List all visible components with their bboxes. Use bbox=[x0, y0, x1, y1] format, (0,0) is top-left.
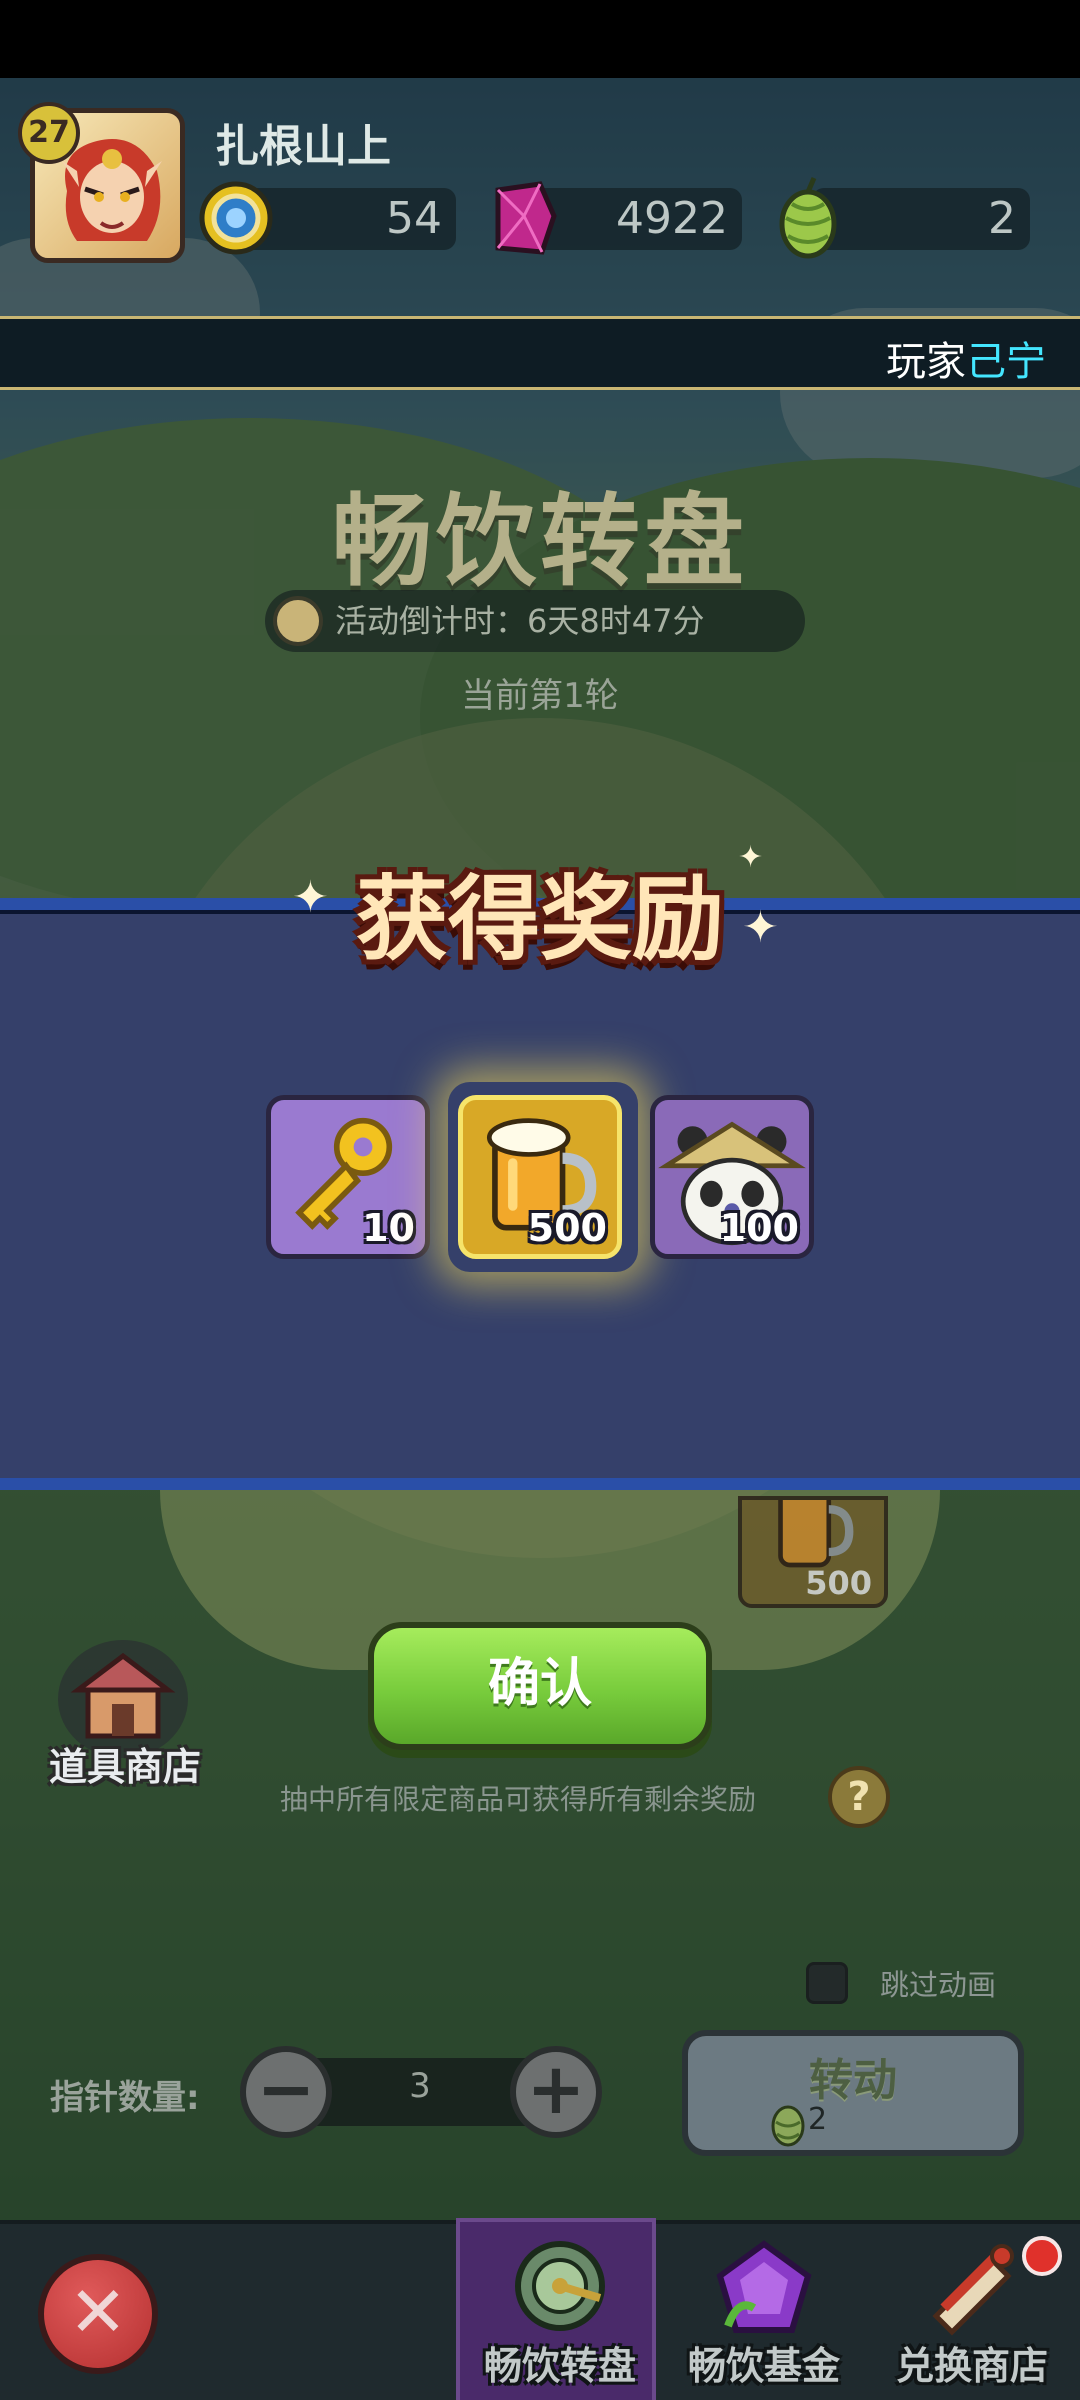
player-header: 27 扎根山上 54 4922 2 bbox=[0, 78, 1080, 318]
level-badge: 27 bbox=[18, 102, 80, 164]
tab-label: 畅饮转盘 bbox=[483, 2344, 636, 2388]
wheel-slot-beer: 500 bbox=[738, 1496, 888, 1608]
sparkle-icon: ✦ bbox=[738, 840, 764, 875]
tab-label: 兑换商店 bbox=[895, 2344, 1048, 2388]
item-shop-label: 道具商店 bbox=[48, 1745, 201, 1789]
wheel-slot-qty: 500 bbox=[805, 1564, 872, 1602]
player-name: 扎根山上 bbox=[215, 121, 391, 172]
pentagon-gem-icon bbox=[716, 2240, 812, 2333]
hint-text: 抽中所有限定商品可获得所有剩余奖励 bbox=[280, 1783, 757, 1816]
countdown-pill: 活动倒计时：6天8时47分 bbox=[265, 590, 805, 652]
sparkle-icon: ✦ bbox=[742, 902, 779, 953]
bottom-nav: ✕ 畅饮转盘 畅饮基金 兑换商店 bbox=[0, 2218, 1080, 2400]
confirm-button[interactable]: 确认 bbox=[368, 1622, 712, 1750]
banner-prefix: 玩家 bbox=[886, 339, 966, 385]
hop-icon bbox=[771, 2105, 805, 2147]
tab-exchange-shop[interactable]: 兑换商店 bbox=[872, 2224, 1072, 2400]
clock-icon bbox=[273, 596, 323, 646]
close-button[interactable]: ✕ bbox=[38, 2254, 158, 2374]
spin-label: 转动 bbox=[809, 2055, 897, 2106]
reward-qty: 500 bbox=[527, 1206, 607, 1250]
scroll-icon bbox=[932, 2244, 1014, 2336]
reward-item-beer[interactable]: 500 bbox=[458, 1095, 622, 1259]
hop-icon bbox=[779, 177, 837, 259]
coin-icon bbox=[199, 181, 273, 255]
decrease-button[interactable]: − bbox=[240, 2046, 332, 2138]
tab-label: 畅饮基金 bbox=[687, 2344, 840, 2388]
reward-qty: 100 bbox=[719, 1206, 799, 1250]
popup-title: 获得奖励 bbox=[355, 866, 724, 973]
item-shop-button[interactable]: 道具商店 bbox=[40, 1640, 210, 1790]
notification-dot bbox=[1022, 2236, 1062, 2276]
status-bar bbox=[0, 0, 1080, 78]
spin-button[interactable]: 转动 2 bbox=[682, 2030, 1024, 2156]
announcement-banner: 玩家己宁 bbox=[0, 316, 1080, 390]
tab-drink-wheel[interactable]: 畅饮转盘 bbox=[456, 2218, 656, 2400]
round-text: 当前第1轮 bbox=[461, 676, 619, 716]
reward-qty: 10 bbox=[362, 1206, 415, 1250]
pointer-count-label: 指针数量: bbox=[50, 2078, 200, 2118]
countdown-text: 活动倒计时：6天8时47分 bbox=[335, 602, 705, 640]
sparkle-icon: ✦ bbox=[292, 872, 329, 923]
help-button[interactable]: ? bbox=[828, 1766, 890, 1828]
gem-icon bbox=[495, 181, 557, 255]
skip-animation-checkbox[interactable] bbox=[806, 1962, 848, 2004]
reward-item-key[interactable]: 10 bbox=[266, 1095, 430, 1259]
spin-cost: 2 bbox=[808, 2102, 828, 2137]
skip-animation-label: 跳过动画 bbox=[880, 1968, 997, 2002]
event-title: 畅饮转盘 bbox=[332, 483, 748, 600]
reward-item-panda[interactable]: 100 bbox=[650, 1095, 814, 1259]
tab-drink-fund[interactable]: 畅饮基金 bbox=[664, 2224, 864, 2400]
wheel-icon bbox=[515, 2241, 605, 2331]
banner-text: 玩家己宁 bbox=[886, 329, 1046, 387]
increase-button[interactable]: + bbox=[510, 2046, 602, 2138]
pointer-count-value: 3 bbox=[409, 2066, 431, 2106]
banner-highlight: 己宁 bbox=[966, 339, 1046, 385]
